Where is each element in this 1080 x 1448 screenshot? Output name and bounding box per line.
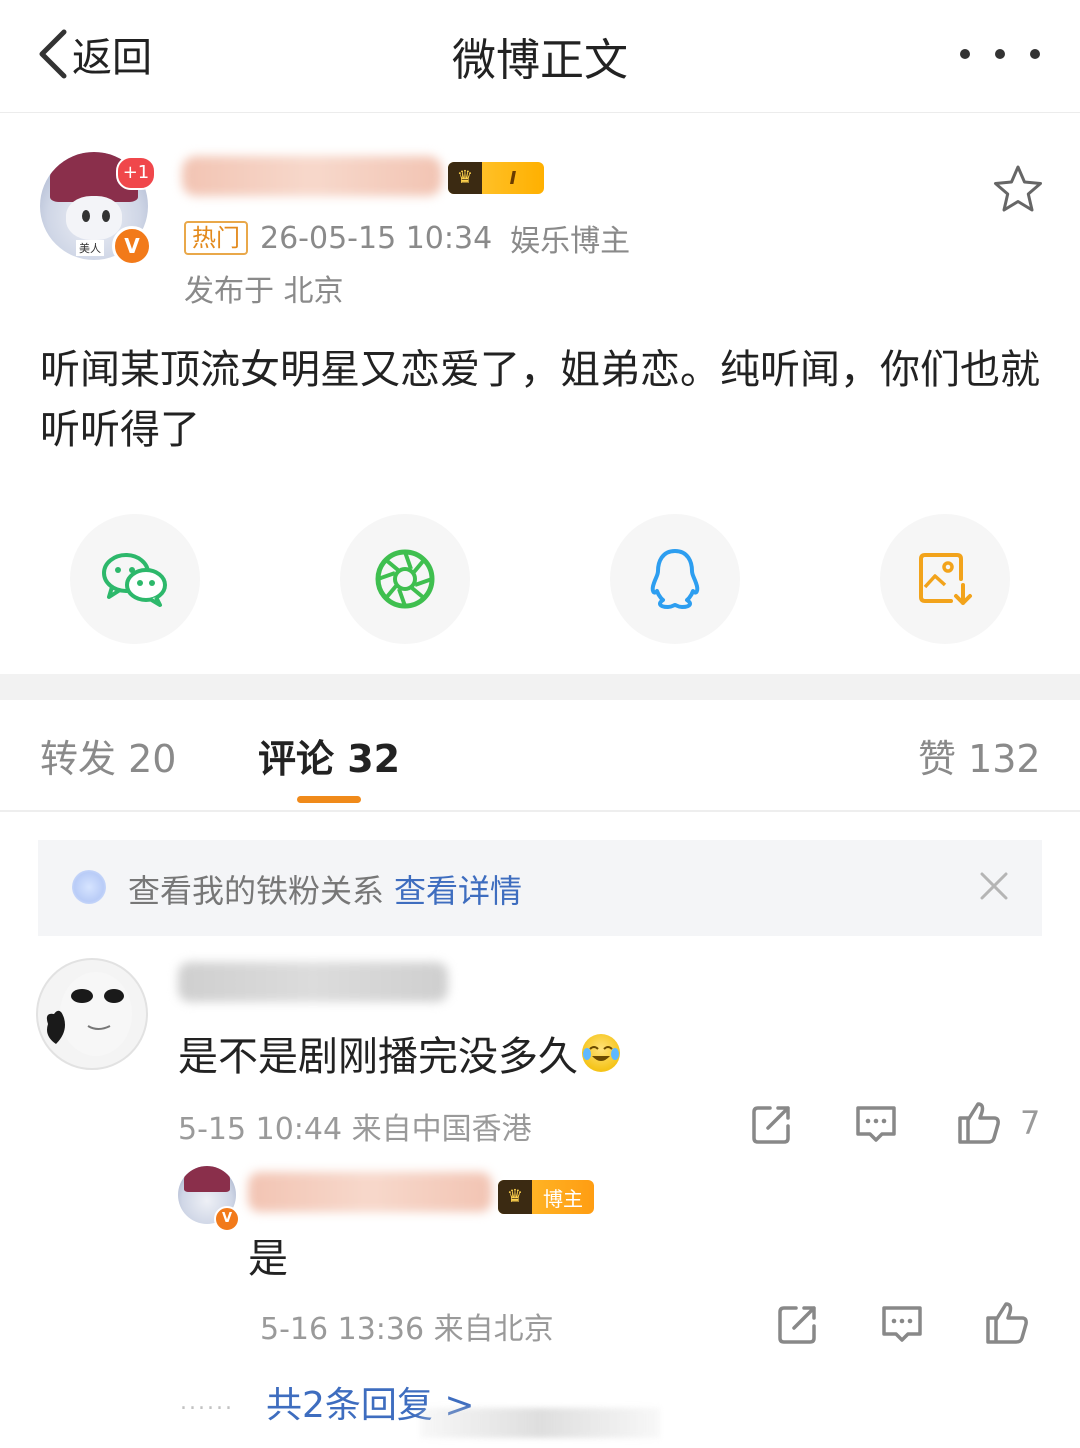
favorite-star-icon[interactable] <box>990 162 1046 218</box>
share-wechat-button[interactable] <box>70 514 200 644</box>
notification-badge: +1 <box>116 156 156 190</box>
close-icon[interactable] <box>976 868 1012 904</box>
more-dot-icon <box>1030 49 1040 59</box>
more-dot-icon <box>960 49 970 59</box>
verified-badge: V <box>112 226 152 266</box>
moments-icon <box>375 549 435 609</box>
diamond-fan-icon <box>72 870 106 904</box>
reply-meta: 5-16 13:36 来自北京 <box>260 1312 554 1347</box>
comment-meta: 5-15 10:44 来自中国香港 <box>178 1112 532 1147</box>
notice-text-row: 查看我的铁粉关系 查看详情 <box>128 866 522 912</box>
tab-comment[interactable]: 评论 32 <box>258 728 400 783</box>
share-qq-button[interactable] <box>610 514 740 644</box>
notice-text: 查看我的铁粉关系 <box>128 872 385 910</box>
more-menu-button[interactable] <box>960 34 1040 74</box>
post-location: 发布于 北京 <box>184 274 344 309</box>
comment-icon[interactable] <box>852 1100 900 1148</box>
crown-icon: ♛ <box>498 1180 532 1214</box>
commenter-avatar[interactable] <box>36 958 148 1070</box>
active-tab-indicator <box>297 796 361 803</box>
thumbs-up-icon[interactable] <box>982 1298 1030 1346</box>
hot-tag: 热门 <box>184 221 248 255</box>
thumbs-up-icon[interactable] <box>954 1098 1002 1146</box>
commenter-name-blurred[interactable] <box>178 962 448 1002</box>
tab-repost[interactable]: 转发 20 <box>40 728 176 783</box>
post-meta: 热门 26-05-15 10:34 娱乐博主 <box>184 218 631 259</box>
comment-like-count: 7 <box>1020 1104 1041 1142</box>
meme-face-icon <box>46 972 132 1056</box>
member-crown-badge[interactable]: ♛ I <box>448 162 544 194</box>
author-category: 娱乐博主 <box>510 224 631 259</box>
forward-icon[interactable] <box>748 1100 796 1148</box>
watermark <box>420 1408 660 1438</box>
save-image-button[interactable] <box>880 514 1010 644</box>
comment-icon[interactable] <box>878 1300 926 1348</box>
save-image-icon <box>919 553 972 605</box>
comment-text-row: 是不是剧刚播完没多久 <box>178 1024 620 1082</box>
laughing-crying-emoji-icon <box>582 1034 620 1072</box>
tab-like[interactable]: 赞 132 <box>918 728 1041 783</box>
post-body: 听闻某顶流女明星又恋爱了，姐弟恋。纯听闻，你们也就听听得了 <box>40 347 1040 453</box>
author-name-blurred[interactable] <box>182 156 442 196</box>
notice-detail-link[interactable]: 查看详情 <box>394 872 522 910</box>
section-divider <box>0 674 1080 700</box>
comment-text: 是不是剧刚播完没多久 <box>178 1034 578 1080</box>
reply-dots: ...... <box>180 1390 234 1415</box>
crown-icon: ♛ <box>448 162 482 194</box>
author-badge: ♛ 博主 <box>498 1180 594 1214</box>
tabs-divider <box>0 810 1080 812</box>
author-badge-label: 博主 <box>543 1186 583 1211</box>
avatar-tag: 美人 <box>76 240 104 256</box>
wechat-icon <box>102 553 167 607</box>
qq-icon <box>650 549 700 609</box>
reply-text: 是 <box>248 1236 288 1282</box>
reply-author-name-blurred[interactable] <box>248 1172 492 1212</box>
post-timestamp: 26-05-15 10:34 <box>260 220 493 256</box>
reply-verified-badge: V <box>214 1206 240 1232</box>
share-moments-button[interactable] <box>340 514 470 644</box>
page-title: 微博正文 <box>452 35 628 86</box>
more-dot-icon <box>995 49 1005 59</box>
forward-icon[interactable] <box>774 1300 822 1348</box>
crown-level: I <box>509 167 517 189</box>
